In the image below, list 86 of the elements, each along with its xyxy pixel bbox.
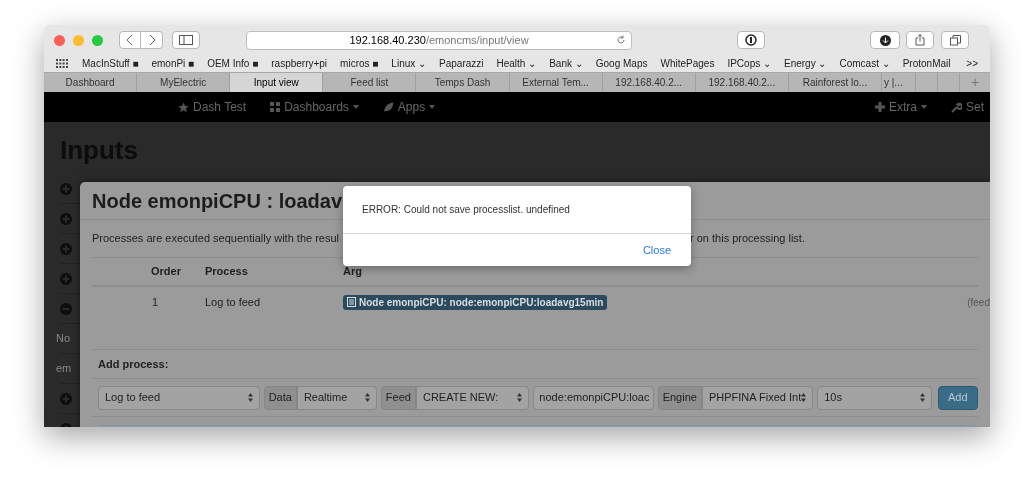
nav-link[interactable]: Dash Test [193,98,247,116]
browser-tab[interactable]: Input view [230,73,324,92]
node-label: em [56,361,72,377]
chevron-left-icon [126,34,134,46]
select-field[interactable]: CREATE NEW: [415,385,530,410]
input-addon: Data [263,385,297,410]
bookmark-item[interactable]: WhitePages [660,56,715,71]
plus-icon [874,102,885,112]
nav-link[interactable]: Apps [397,98,426,116]
sidebar-button[interactable] [172,31,200,49]
bookmark-item[interactable]: MacInStuff ■ [82,56,139,71]
browser-tab[interactable]: y |... [882,73,916,92]
nav-link[interactable]: Extra [888,98,917,116]
apps-grid-icon[interactable] [56,59,68,68]
bookmark-item[interactable]: micros ■ [340,56,379,71]
select-field[interactable]: 10s [817,385,932,410]
table-cell-text: (feed [967,295,990,310]
expand-icon[interactable] [60,242,72,255]
sidebar-icon [179,35,193,45]
url-text: 192.168.40.230/emoncms/input/view [349,32,529,48]
more-bookmarks-button[interactable]: >> [966,56,978,71]
table-cell: Log to feed [205,295,261,308]
star-icon [178,101,189,113]
select-arrows-icon [247,393,253,402]
bookmark-item[interactable]: Health ⌄ [496,56,537,71]
minimize-window-icon[interactable] [73,34,84,46]
zoom-window-icon[interactable] [92,34,103,46]
collapse-icon[interactable] [60,302,72,315]
input-addon: Feed [380,385,416,410]
reload-icon[interactable] [616,35,626,45]
bookmark-item[interactable]: Bank ⌄ [549,56,583,71]
address-field[interactable]: 192.168.40.230/emoncms/input/view [246,30,632,50]
add-process-label: Add process: [98,356,169,372]
info-circle-icon [745,34,757,46]
add-button[interactable]: Add [937,385,978,410]
bookmark-item[interactable]: Linux ⌄ [391,56,427,71]
modal-title: Node emonpiCPU : loadav [92,188,343,214]
select-arrows-icon [517,393,523,402]
chevron-right-icon [147,34,156,46]
input-field[interactable]: node:emonpiCPU:loac [533,385,654,410]
forward-button[interactable] [141,31,163,49]
nav-link[interactable]: Set [966,98,984,116]
bookmark-item[interactable]: emonPi ■ [151,56,195,71]
expand-icon[interactable] [60,272,72,285]
dialog-message: ERROR: Could not save processlist. undefined [362,203,570,217]
expand-icon[interactable] [60,392,72,405]
expand-icon[interactable] [60,212,72,225]
download-icon [879,34,891,46]
bookmark-item[interactable]: OEM Info ■ [207,56,259,71]
leaf-icon [382,101,394,113]
node-label: No [56,331,71,347]
back-button[interactable] [119,31,141,49]
close-window-icon[interactable] [54,34,65,46]
bookmark-item[interactable]: Paparazzi [439,56,484,71]
share-icon [915,34,925,46]
wrench-icon [951,101,962,113]
nav-link[interactable]: Dashboards [284,98,349,116]
select-arrows-icon [801,393,807,402]
column-header: Process [205,265,248,278]
modal-description: Processes are executed sequentially with the resul [92,231,341,247]
bookmark-item[interactable]: Comcast ⌄ [839,56,890,71]
list-icon [347,297,356,307]
share-button[interactable] [906,31,934,49]
expand-icon[interactable] [60,182,72,195]
bookmark-item[interactable]: Energy ⌄ [784,56,827,71]
select-field[interactable]: PHPFINA Fixed Int [701,385,814,410]
select-field[interactable]: Realtime [296,385,377,410]
close-button[interactable]: Close [642,241,671,259]
column-header: Arg [343,265,362,278]
download-button[interactable] [870,31,900,49]
grid-icon [270,102,281,112]
column-header: Order [151,265,181,278]
table-cell: 1 [152,295,159,308]
input-addon: Engine [657,385,702,410]
select-arrows-icon [364,393,370,402]
bookmark-item[interactable]: IPCops ⌄ [727,56,771,71]
tabs-icon [949,34,961,46]
select-field[interactable]: Log to feed [98,385,260,410]
bookmark-item[interactable]: Goog Maps [595,56,648,71]
select-arrows-icon [919,393,925,402]
feed-badge: Node emonpiCPU: node:emonpiCPU:loadavg15min [343,294,608,310]
modal-description: r on this processing list. [690,231,805,247]
bookmark-item[interactable]: raspberry+pi [271,56,328,71]
password-manager-button[interactable] [737,31,765,49]
bookmark-item[interactable]: ProtonMail [902,56,951,71]
tab-overview-button[interactable] [941,31,969,49]
